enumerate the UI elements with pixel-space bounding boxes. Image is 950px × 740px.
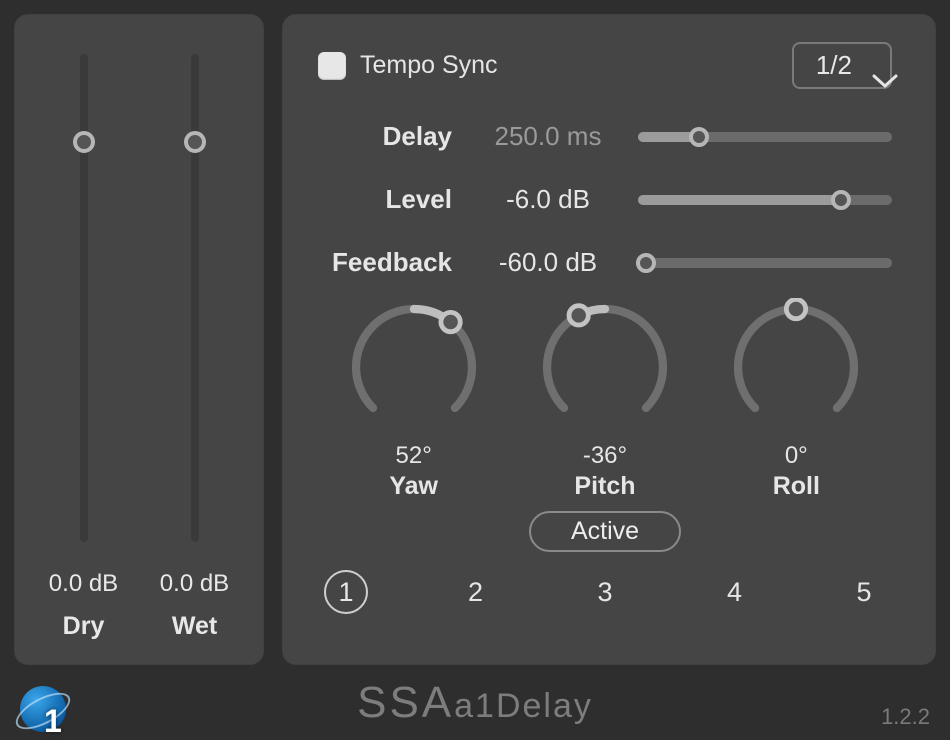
dry-fader-col: 0.0 dB Dry	[28, 34, 139, 641]
wet-fader-thumb[interactable]	[184, 131, 206, 153]
brand-ssa: SSA	[357, 678, 454, 727]
tempo-sync-checkbox[interactable]	[318, 52, 346, 80]
pitch-knob[interactable]	[536, 298, 674, 436]
ratio-select[interactable]: 1/2	[792, 42, 892, 89]
logo-badge: 1	[44, 703, 62, 740]
wet-fader[interactable]	[191, 54, 199, 542]
tap-1[interactable]: 1	[324, 570, 368, 614]
delay-row: Delay 250.0 ms	[318, 121, 892, 152]
knob-row: 52° Yaw -36° Pitch 0° Roll	[318, 298, 892, 501]
tap-3[interactable]: 3	[583, 570, 627, 614]
pitch-value: -36°	[583, 442, 627, 470]
delay-panel: Tempo Sync 1/2 Delay 250.0 ms Le	[282, 14, 936, 665]
tap-row: 1 2 3 4 5	[318, 570, 892, 614]
tap-5[interactable]: 5	[842, 570, 886, 614]
top-row: Tempo Sync 1/2	[318, 42, 892, 89]
yaw-label: Yaw	[389, 472, 438, 501]
brand-sub: a1Delay	[454, 687, 593, 725]
feedback-slider-thumb[interactable]	[636, 253, 656, 273]
mix-panel: 0.0 dB Dry 0.0 dB Wet	[14, 14, 264, 665]
dry-value: 0.0 dB	[49, 570, 118, 598]
delay-slider[interactable]	[638, 127, 892, 147]
version-label: 1.2.2	[881, 704, 930, 730]
yaw-knob[interactable]	[345, 298, 483, 436]
ratio-value: 1/2	[816, 50, 852, 81]
wet-fader-col: 0.0 dB Wet	[139, 34, 250, 641]
feedback-value: -60.0 dB	[468, 247, 628, 278]
wet-value: 0.0 dB	[160, 570, 229, 598]
pitch-knob-col: -36° Pitch	[520, 298, 690, 501]
tap-2[interactable]: 2	[454, 570, 498, 614]
dry-label: Dry	[63, 612, 105, 641]
roll-knob-col: 0° Roll	[711, 298, 881, 501]
roll-label: Roll	[773, 472, 820, 501]
yaw-value: 52°	[396, 442, 432, 470]
yaw-knob-col: 52° Yaw	[329, 298, 499, 501]
level-value: -6.0 dB	[468, 184, 628, 215]
level-row: Level -6.0 dB	[318, 184, 892, 215]
feedback-row: Feedback -60.0 dB	[318, 247, 892, 278]
feedback-slider[interactable]	[638, 253, 892, 273]
footer: 1 SSAa1Delay 1.2.2	[0, 665, 950, 740]
brand: SSAa1Delay	[357, 678, 593, 728]
wet-label: Wet	[172, 612, 217, 641]
roll-knob[interactable]	[727, 298, 865, 436]
dry-fader[interactable]	[80, 54, 88, 542]
dry-fader-thumb[interactable]	[73, 131, 95, 153]
tempo-sync-label: Tempo Sync	[360, 51, 498, 80]
level-label: Level	[318, 184, 458, 215]
active-button[interactable]: Active	[529, 511, 681, 552]
level-slider-thumb[interactable]	[831, 190, 851, 210]
param-rows: Delay 250.0 ms Level -6.0 dB Feedback	[318, 121, 892, 278]
tap-4[interactable]: 4	[713, 570, 757, 614]
delay-value: 250.0 ms	[468, 121, 628, 152]
pitch-label: Pitch	[574, 472, 635, 501]
feedback-label: Feedback	[318, 247, 458, 278]
level-slider[interactable]	[638, 190, 892, 210]
delay-slider-thumb[interactable]	[689, 127, 709, 147]
delay-label: Delay	[318, 121, 458, 152]
tempo-sync-group: Tempo Sync	[318, 51, 498, 80]
roll-value: 0°	[785, 442, 808, 470]
